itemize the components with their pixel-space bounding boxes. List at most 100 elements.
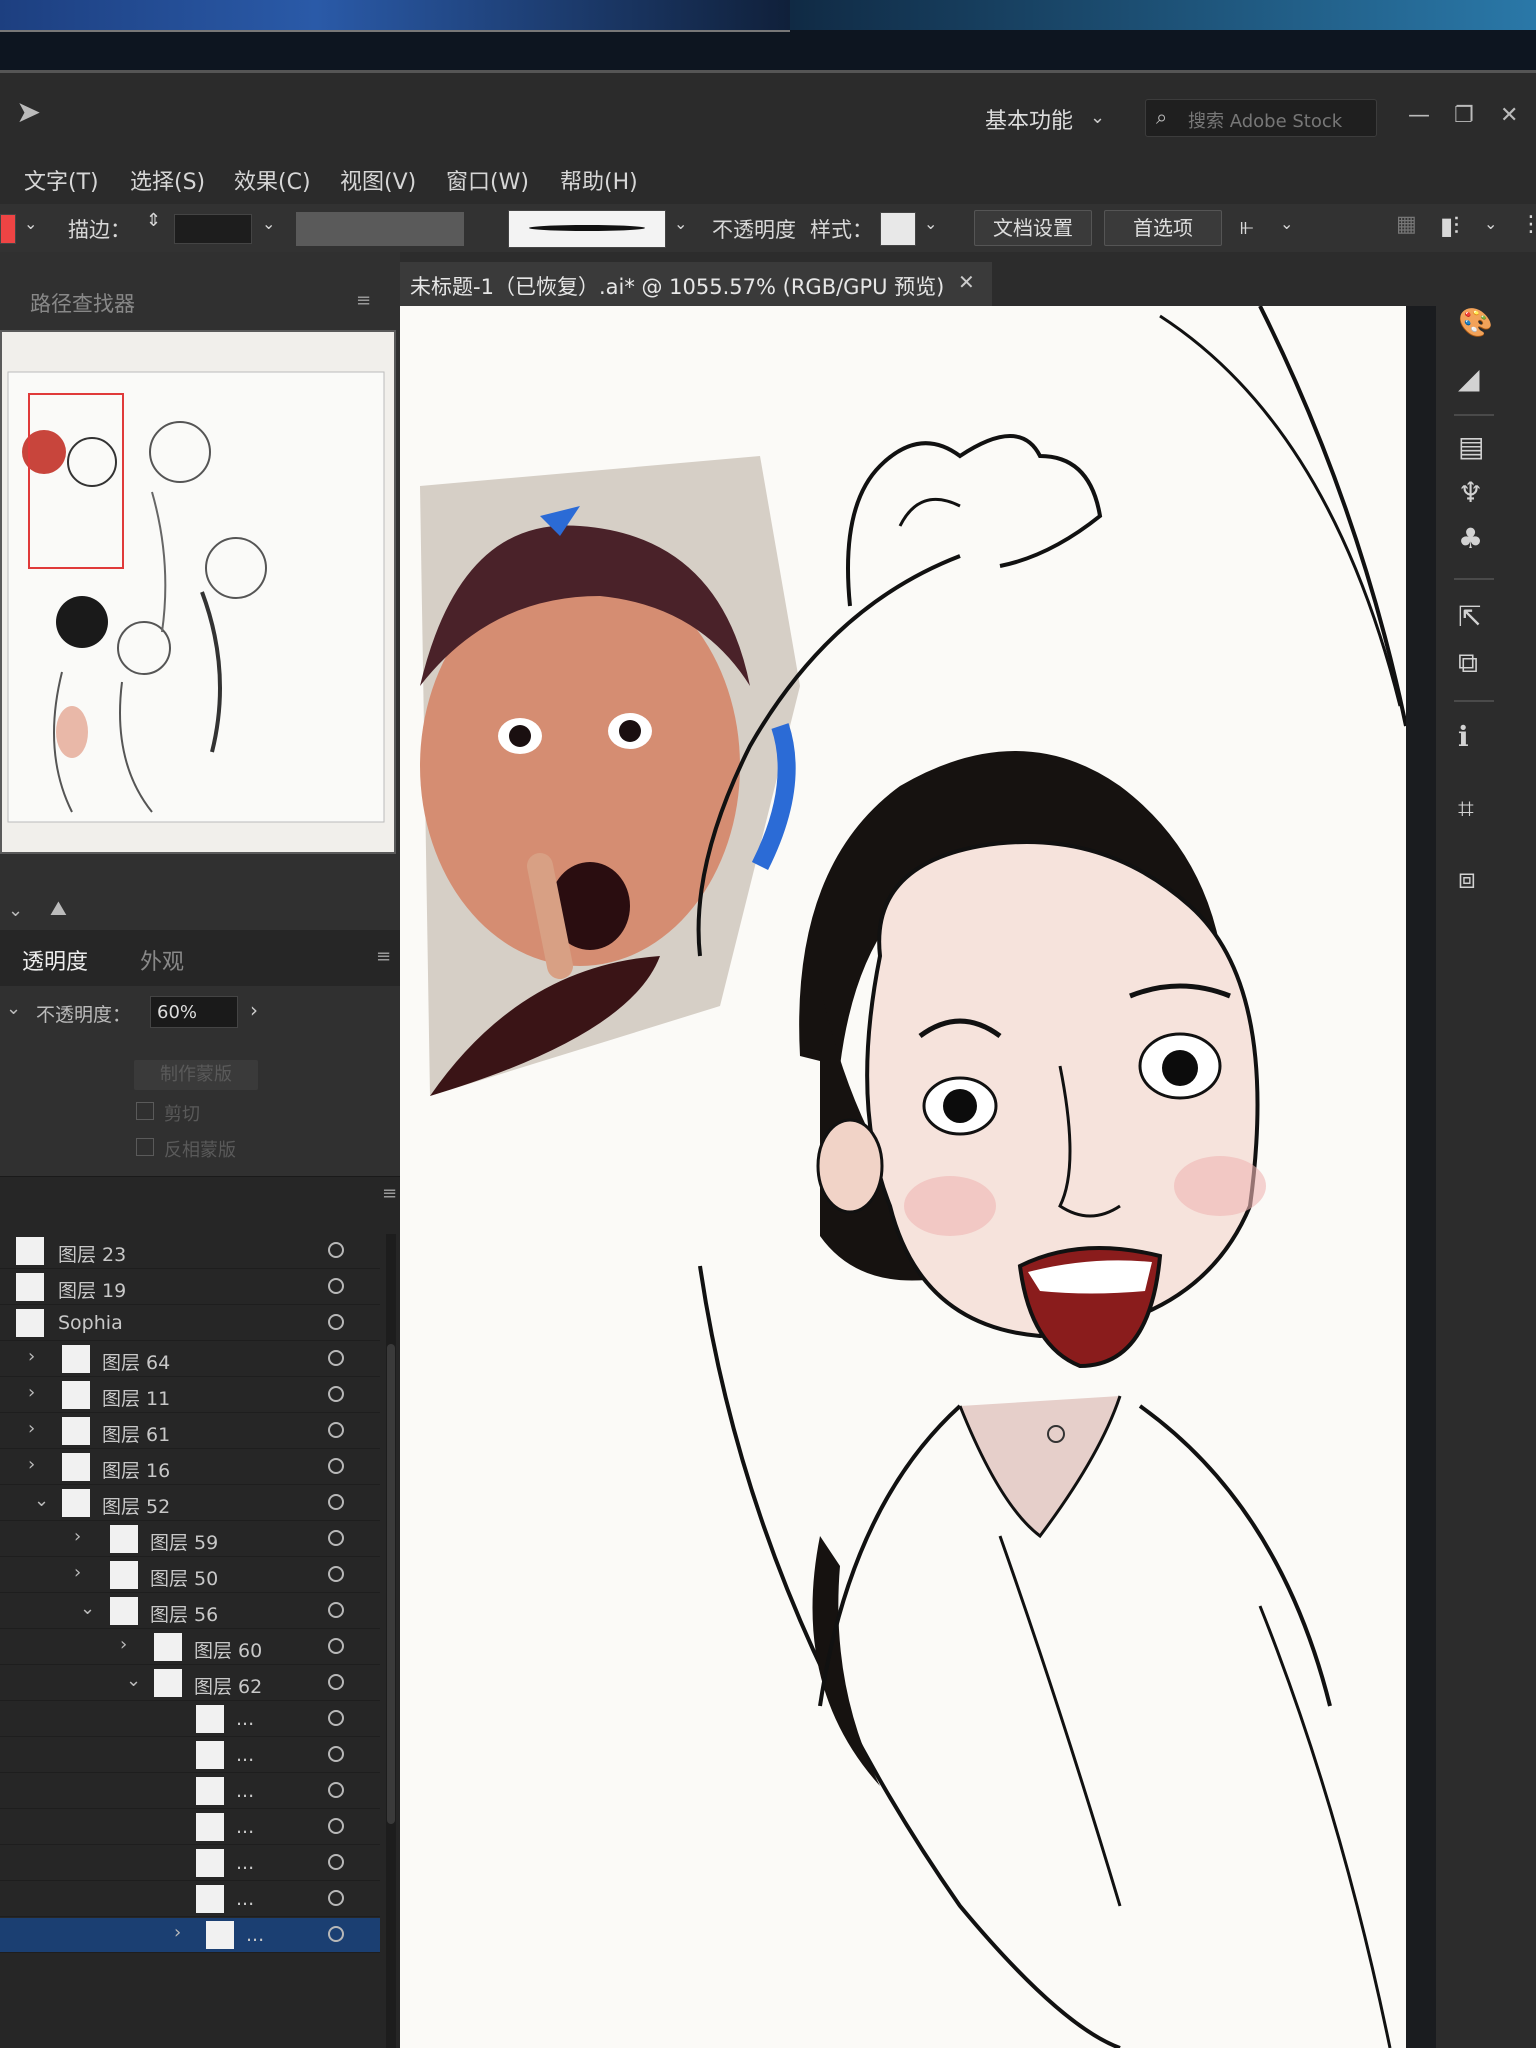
- menu-effect[interactable]: 效果(C): [234, 164, 311, 196]
- opacity-label[interactable]: 不透明度: [712, 214, 796, 244]
- preferences-button[interactable]: 首选项: [1104, 210, 1222, 246]
- target-icon[interactable]: [328, 1350, 344, 1366]
- chevron-right-icon[interactable]: ›: [28, 1382, 35, 1403]
- tab-appearance[interactable]: 外观: [140, 944, 184, 976]
- target-icon[interactable]: [328, 1494, 344, 1510]
- chevron-right-icon[interactable]: ›: [74, 1526, 81, 1547]
- chevron-down-icon[interactable]: ⌄: [674, 214, 687, 233]
- target-icon[interactable]: [328, 1422, 344, 1438]
- layers-icon[interactable]: ⧈: [1458, 862, 1476, 896]
- target-icon[interactable]: [328, 1674, 344, 1690]
- fill-swatch[interactable]: [0, 214, 16, 244]
- variable-width-profile[interactable]: [296, 212, 464, 246]
- navigator-view-box[interactable]: [28, 393, 124, 569]
- target-icon[interactable]: [328, 1782, 344, 1798]
- layer-row[interactable]: ...: [0, 1882, 380, 1917]
- target-icon[interactable]: [328, 1242, 344, 1258]
- stroke-width-field[interactable]: [174, 214, 252, 244]
- document-tab[interactable]: 未标题-1（已恢复）.ai* @ 1055.57% (RGB/GPU 预览) ✕: [400, 262, 992, 306]
- chevron-down-icon[interactable]: ⌄: [34, 1490, 49, 1511]
- layer-row[interactable]: ...: [0, 1846, 380, 1881]
- layer-row[interactable]: Sophia: [0, 1306, 380, 1341]
- info-icon[interactable]: ℹ: [1458, 720, 1469, 753]
- target-icon[interactable]: [328, 1746, 344, 1762]
- minimize-icon[interactable]: —: [1408, 103, 1430, 128]
- chevron-down-icon[interactable]: ⌄: [80, 1598, 95, 1619]
- zoom-out-icon[interactable]: ⌄: [8, 900, 23, 921]
- chevron-right-icon[interactable]: ›: [250, 998, 258, 1022]
- target-icon[interactable]: [328, 1638, 344, 1654]
- menu-help[interactable]: 帮助(H): [560, 164, 638, 196]
- document-setup-button[interactable]: 文档设置: [974, 210, 1092, 246]
- target-icon[interactable]: [328, 1458, 344, 1474]
- panel-menu-icon[interactable]: ≡: [376, 946, 391, 967]
- arrange-icon[interactable]: ▮⫶: [1440, 212, 1459, 240]
- chevron-down-icon[interactable]: ⌄: [1280, 214, 1293, 233]
- target-icon[interactable]: [328, 1926, 344, 1942]
- target-icon[interactable]: [328, 1530, 344, 1546]
- stroke-stepper-icon[interactable]: ⇕: [146, 210, 161, 231]
- layer-row[interactable]: › 图层 59: [0, 1522, 380, 1557]
- target-icon[interactable]: [328, 1890, 344, 1906]
- menu-window[interactable]: 窗口(W): [446, 164, 529, 196]
- graphic-style-swatch[interactable]: [880, 212, 916, 246]
- artboards-icon[interactable]: ⧉: [1458, 646, 1478, 680]
- layers-scrollbar[interactable]: [386, 1234, 396, 2048]
- chevron-down-icon[interactable]: ⌄: [262, 214, 275, 233]
- chevron-right-icon[interactable]: ›: [174, 1922, 181, 1943]
- layer-row[interactable]: › 图层 50: [0, 1558, 380, 1593]
- layer-row[interactable]: › 图层 16: [0, 1450, 380, 1485]
- layer-row[interactable]: ⌄ 图层 56: [0, 1594, 380, 1629]
- close-icon[interactable]: ✕: [1500, 103, 1518, 128]
- target-icon[interactable]: [328, 1566, 344, 1582]
- blend-mode-chevron-icon[interactable]: ⌄: [6, 998, 21, 1019]
- target-icon[interactable]: [328, 1602, 344, 1618]
- layer-row[interactable]: 图层 19: [0, 1270, 380, 1305]
- symbols-icon[interactable]: ♣: [1458, 522, 1483, 555]
- workspace-switcher[interactable]: 基本功能: [985, 103, 1073, 135]
- color-palette-icon[interactable]: 🎨: [1458, 306, 1493, 339]
- clip-checkbox[interactable]: [136, 1102, 154, 1120]
- chevron-down-icon[interactable]: ⌄: [1484, 214, 1497, 233]
- chevron-down-icon[interactable]: ⌄: [24, 214, 37, 233]
- chevron-down-icon[interactable]: ⌄: [924, 214, 937, 233]
- layer-row[interactable]: ⌄ 图层 52: [0, 1486, 380, 1521]
- close-icon[interactable]: ✕: [958, 270, 975, 294]
- layer-row[interactable]: › 图层 64: [0, 1342, 380, 1377]
- chevron-right-icon[interactable]: ›: [28, 1346, 35, 1367]
- panel-menu-icon[interactable]: ≡: [382, 1183, 397, 1204]
- stock-search-input[interactable]: ⌕ 搜索 Adobe Stock: [1145, 99, 1377, 137]
- transform-icon[interactable]: ⌗: [1458, 792, 1474, 826]
- brush-definition[interactable]: [508, 210, 666, 248]
- mountain-icon[interactable]: ⛰: [50, 896, 67, 920]
- layer-row[interactable]: ...: [0, 1774, 380, 1809]
- layer-row[interactable]: ...: [0, 1702, 380, 1737]
- align-icon[interactable]: ⫦: [1240, 212, 1254, 240]
- chevron-down-icon[interactable]: ⌄: [1090, 107, 1105, 128]
- scrollbar-thumb[interactable]: [387, 1344, 395, 1824]
- layer-row[interactable]: ⌄ 图层 62: [0, 1666, 380, 1701]
- layer-row[interactable]: › 图层 11: [0, 1378, 380, 1413]
- layer-row[interactable]: ...: [0, 1810, 380, 1845]
- tab-pathfinder[interactable]: 路径查找器: [30, 288, 135, 318]
- chevron-right-icon[interactable]: ›: [120, 1634, 127, 1655]
- invert-mask-checkbox[interactable]: [136, 1138, 154, 1156]
- chevron-right-icon[interactable]: ›: [28, 1454, 35, 1475]
- maximize-icon[interactable]: ❐: [1454, 103, 1474, 128]
- target-icon[interactable]: [328, 1278, 344, 1294]
- grid-icon[interactable]: ▦: [1396, 212, 1417, 237]
- layer-row[interactable]: › 图层 60: [0, 1630, 380, 1665]
- layer-row[interactable]: › 图层 61: [0, 1414, 380, 1449]
- menu-select[interactable]: 选择(S): [130, 164, 205, 196]
- target-icon[interactable]: [328, 1386, 344, 1402]
- target-icon[interactable]: [328, 1818, 344, 1834]
- panel-menu-icon[interactable]: ⋮: [1520, 212, 1536, 237]
- gradient-icon[interactable]: ◢: [1458, 362, 1480, 395]
- panel-menu-icon[interactable]: ≡: [356, 290, 371, 311]
- chevron-down-icon[interactable]: ⌄: [126, 1670, 141, 1691]
- layer-row[interactable]: 图层 23: [0, 1234, 380, 1269]
- target-icon[interactable]: [328, 1314, 344, 1330]
- make-mask-button[interactable]: 制作蒙版: [134, 1060, 258, 1090]
- brushes-icon[interactable]: ♆: [1458, 476, 1483, 509]
- swatches-icon[interactable]: ▤: [1458, 430, 1484, 463]
